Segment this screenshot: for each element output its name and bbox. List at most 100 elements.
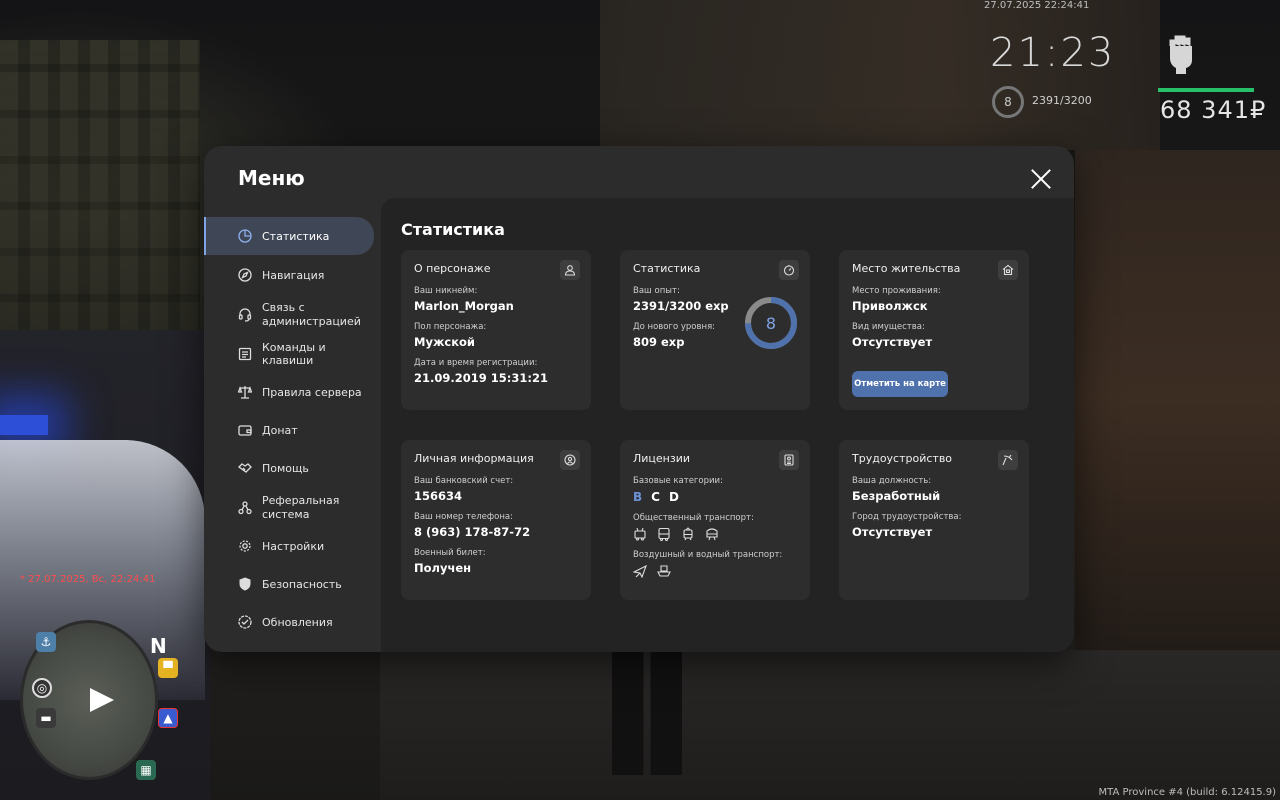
pie-chart-icon	[238, 229, 252, 243]
position-label: Ваша должность:	[852, 476, 932, 486]
shop-marker-icon: ▦	[136, 760, 156, 780]
card-residence: Место жительства Место проживания: Приво…	[839, 250, 1029, 410]
registration-value: 21.09.2019 15:31:21	[414, 371, 548, 385]
pickaxe-icon	[998, 450, 1018, 470]
card-title: Место жительства	[852, 262, 961, 275]
phone-value: 8 (963) 178-87-72	[414, 525, 531, 539]
employment-city-label: Город трудоустройства:	[852, 512, 962, 522]
people-icon	[238, 501, 252, 515]
hud-level-badge: 8	[992, 86, 1024, 118]
nickname-label: Ваш никнейм:	[414, 286, 478, 296]
mark-on-map-button[interactable]: Отметить на карте	[852, 371, 948, 397]
card-personal-info: Личная информация Ваш банковский счет: 1…	[401, 440, 591, 600]
sidebar-item-label: Правила сервера	[262, 385, 362, 399]
compass-icon	[238, 268, 252, 282]
close-icon[interactable]	[1030, 168, 1052, 190]
sidebar-item-label: Навигация	[262, 268, 325, 282]
target-icon: ◎	[32, 678, 52, 698]
card-title: Трудоустройство	[852, 452, 953, 465]
scales-icon	[238, 385, 252, 399]
sidebar-item-help[interactable]: Помощь	[204, 449, 374, 487]
sidebar-item-settings[interactable]: Настройки	[204, 527, 374, 565]
license-category-c: C	[651, 490, 660, 504]
hud-clock: 21:23	[990, 30, 1116, 76]
background-building-left	[0, 40, 200, 340]
card-title: Лицензии	[633, 452, 691, 465]
public-transport-label: Общественный транспорт:	[633, 513, 754, 523]
shield-icon	[238, 577, 252, 591]
sidebar-item-label: Статистика	[262, 229, 330, 243]
property-label: Вид имущества:	[852, 322, 925, 332]
sidebar-item-commands[interactable]: Команды и клавиши	[204, 335, 374, 373]
card-licenses: Лицензии Базовые категории: B C D Общест…	[620, 440, 810, 600]
hud-datetime: 27.07.2025 22:24:41	[984, 0, 1090, 11]
player-character-legs	[612, 650, 682, 775]
residence-place-label: Место проживания:	[852, 286, 941, 296]
card-employment: Трудоустройство Ваша должность: Безработ…	[839, 440, 1029, 600]
menu-title: Меню	[238, 166, 305, 190]
police-marker-icon: ▲	[158, 708, 178, 728]
trolleybus-icon	[634, 527, 646, 541]
bank-value: 156634	[414, 489, 463, 503]
basic-categories-label: Базовые категории:	[633, 476, 723, 486]
license-icon	[779, 450, 799, 470]
sidebar-item-admin-contact[interactable]: Связь с администрацией	[204, 295, 374, 335]
airplane-icon	[633, 564, 647, 578]
card-character: О персонаже Ваш никнейм: Marlon_Morgan П…	[401, 250, 591, 410]
card-title: Личная информация	[414, 452, 534, 465]
sidebar-item-label: Обновления	[262, 615, 333, 629]
gender-value: Мужской	[414, 335, 475, 349]
sidebar-item-label: Помощь	[262, 461, 309, 475]
public-transport-icons	[633, 527, 797, 541]
home-icon	[998, 260, 1018, 280]
metro-icon	[706, 528, 718, 541]
tram-icon	[683, 527, 693, 541]
check-circle-icon	[238, 615, 252, 629]
content-panel: Статистика О персонаже Ваш никнейм: Marl…	[381, 198, 1074, 652]
minimap-north-marker: N	[150, 634, 167, 658]
sidebar-item-navigation[interactable]: Навигация	[204, 256, 374, 294]
sidebar-item-security[interactable]: Безопасность	[204, 565, 374, 603]
background-ground	[380, 650, 1280, 800]
sidebar-item-updates[interactable]: Обновления	[204, 603, 374, 641]
license-category-b: B	[633, 490, 643, 504]
sidebar-item-label: Реферальная система	[262, 494, 340, 521]
card-title: Статистика	[633, 262, 701, 275]
sidebar-item-rules[interactable]: Правила сервера	[204, 373, 374, 411]
list-icon	[238, 347, 252, 361]
property-value: Отсутствует	[852, 335, 933, 349]
phone-label: Ваш номер телефона:	[414, 512, 513, 522]
air-water-transport-label: Воздушный и водный транспорт:	[633, 550, 783, 560]
sidebar-item-label: Безопасность	[262, 577, 342, 591]
employment-city-value: Отсутствует	[852, 525, 933, 539]
sidebar: Статистика Навигация Связь с администрац…	[204, 217, 380, 652]
sidebar-item-referral[interactable]: Реферальная система	[204, 488, 374, 528]
sidebar-item-label: Донат	[262, 423, 298, 437]
build-version: MTA Province #4 (build: 6.12415.9)	[1098, 787, 1276, 798]
sidebar-item-donate[interactable]: Донат	[204, 411, 374, 449]
chat-message: * 27.07.2025, Вс, 22:24:41	[20, 574, 156, 585]
fist-icon	[1169, 35, 1192, 74]
sidebar-item-label: Настройки	[262, 539, 325, 553]
bank-label: Ваш банковский счет:	[414, 476, 514, 486]
residence-place-value: Приволжск	[852, 299, 928, 313]
id-badge-icon	[560, 450, 580, 470]
car-marker-icon: ▬	[36, 708, 56, 728]
military-label: Военный билет:	[414, 548, 486, 558]
anchor-icon: ⚓	[36, 632, 56, 652]
license-category-d: D	[668, 490, 679, 504]
level-gauge: 8	[744, 296, 798, 350]
air-water-transport-icons	[633, 564, 797, 578]
taxi-icon: ▀	[158, 658, 178, 678]
sidebar-item-label: Команды и клавиши	[262, 341, 326, 367]
hud-money: 68 341₽	[1160, 96, 1267, 124]
content-title: Статистика	[401, 220, 505, 239]
sidebar-item-statistics[interactable]: Статистика	[204, 217, 374, 255]
menu-window: Меню Статистика Навигация Связь с админи…	[204, 146, 1074, 652]
player-arrow-icon	[90, 688, 114, 712]
exp-label: Ваш опыт:	[633, 286, 680, 296]
license-categories: B C D	[633, 490, 797, 504]
sidebar-item-label: Связь с администрацией	[262, 301, 361, 328]
gear-icon	[238, 539, 252, 553]
level-number: 8	[765, 313, 777, 333]
